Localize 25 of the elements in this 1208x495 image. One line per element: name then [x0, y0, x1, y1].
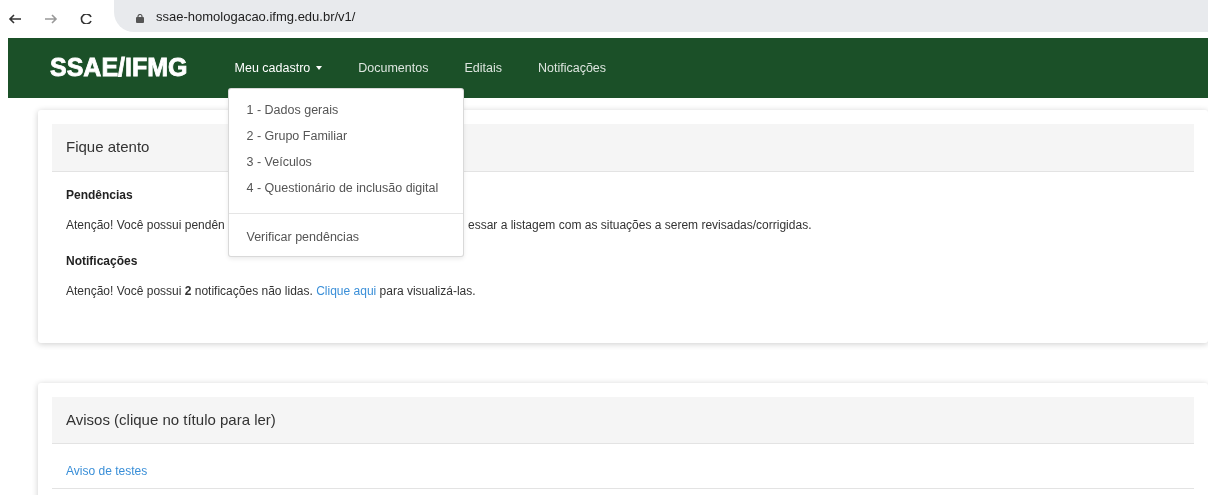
- caret-icon: [316, 66, 323, 70]
- reload-icon[interactable]: [80, 14, 92, 24]
- nav-link[interactable]: Documentos: [358, 58, 429, 78]
- section-heading: Pendências: [66, 186, 133, 204]
- nav-link[interactable]: Notificações: [537, 58, 607, 78]
- brand-logo[interactable]: SSAE/IFMG: [50, 49, 188, 87]
- forward-icon[interactable]: [44, 14, 58, 24]
- menu-item[interactable]: 4 - Questionário de inclusão digital: [228, 174, 463, 201]
- paragraph-text: essar a listagem com as situações a serem revisadas/corrigidas.: [468, 216, 812, 234]
- nav-link[interactable]: Editais: [464, 58, 502, 78]
- back-icon[interactable]: [8, 14, 22, 24]
- menu-item[interactable]: Verificar pendências: [228, 223, 463, 250]
- menu-item[interactable]: 3 - Veículos: [228, 148, 463, 175]
- notice-link[interactable]: Aviso de testes: [66, 464, 148, 478]
- menu-item[interactable]: 1 - Dados gerais: [228, 96, 463, 123]
- menu-item[interactable]: 2 - Grupo Familiar: [228, 122, 463, 149]
- url-text: ssae-homologacao.ifmg.edu.br/v1/: [156, 7, 356, 26]
- paragraph-text: Atenção! Você possui pendên: [66, 216, 226, 234]
- address-bar[interactable]: ssae-homologacao.ifmg.edu.br/v1/: [114, 0, 1208, 32]
- link[interactable]: Clique aqui: [316, 283, 377, 298]
- nav-link[interactable]: Meu cadastro: [234, 58, 311, 78]
- lock-icon: [136, 14, 144, 23]
- section-heading: Notificações: [66, 252, 138, 270]
- paragraph-text: Atenção! Você possui 2 notificações não lidas. Clique aqui para visualizá-las.: [66, 282, 477, 300]
- card-title: Avisos (clique no título para ler): [52, 396, 1194, 444]
